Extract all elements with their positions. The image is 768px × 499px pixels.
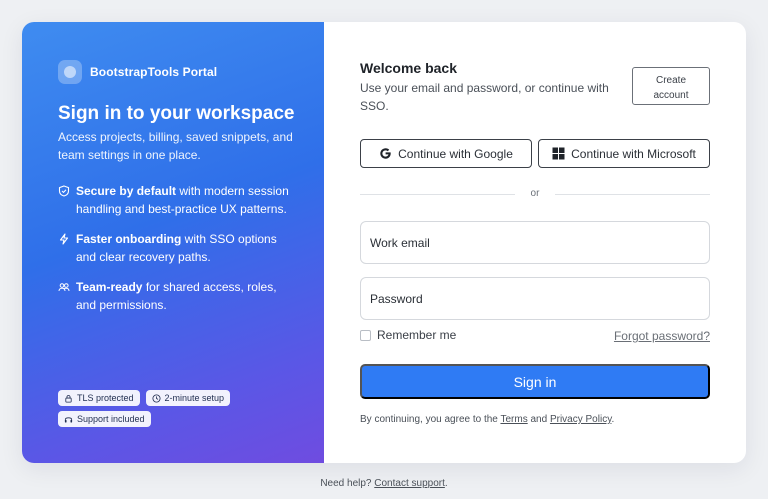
- password-field[interactable]: Password: [360, 277, 710, 320]
- lock-icon: [65, 394, 72, 403]
- badge-tls: TLS protected: [58, 390, 140, 406]
- form-subtitle: Use your email and password, or continue…: [360, 81, 609, 113]
- create-account-label-line1: Create: [655, 74, 686, 86]
- feature-title: Team-ready: [76, 280, 143, 294]
- password-field-label: Password: [370, 291, 423, 306]
- terms-link[interactable]: Terms: [500, 414, 527, 425]
- badge-label: TLS protected: [77, 393, 134, 403]
- privacy-policy-link[interactable]: Privacy Policy: [550, 414, 612, 425]
- promo-subtitle: Access projects, billing, saved snippets…: [58, 130, 293, 162]
- form-title: Welcome back: [360, 60, 458, 76]
- signin-button-label: Sign in: [513, 373, 557, 390]
- email-field-label: Work email: [370, 235, 430, 250]
- badge-setup: 2-minute setup: [145, 390, 231, 406]
- help-footer: Need help? Contact support.: [320, 478, 448, 489]
- signin-button[interactable]: Sign in: [360, 364, 710, 399]
- create-account-button[interactable]: Create account: [632, 67, 710, 105]
- badge-support: Support included: [58, 411, 151, 427]
- brand: BootstrapTools Portal: [58, 60, 217, 84]
- signin-card: BootstrapTools Portal Sign in to your wo…: [22, 22, 746, 463]
- microsoft-signin-label: Continue with Microsoft: [571, 146, 696, 161]
- promo-title: Sign in to your workspace: [58, 103, 295, 124]
- remember-me-label: Remember me: [377, 328, 457, 342]
- terms-notice: By continuing, you agree to the Terms an…: [360, 414, 615, 425]
- google-signin-button[interactable]: Continue with Google: [360, 139, 532, 168]
- brand-name: BootstrapTools Portal: [90, 65, 218, 79]
- feature-title: Faster onboarding: [76, 232, 182, 246]
- people-icon: [58, 283, 70, 292]
- feature-item: Team-ready for shared access, roles, and…: [58, 278, 298, 314]
- lightning-icon: [59, 233, 69, 245]
- headset-icon: [64, 416, 73, 422]
- contact-support-link[interactable]: Contact support: [374, 478, 445, 489]
- or-divider: or: [360, 188, 710, 200]
- feature-list: Secure by default with modern session ha…: [58, 182, 298, 326]
- badge-label: 2-minute setup: [164, 393, 225, 403]
- feature-title: Secure by default: [76, 184, 177, 198]
- google-icon: [380, 148, 391, 159]
- brand-logo-icon: [58, 60, 82, 84]
- remember-me[interactable]: Remember me: [360, 328, 456, 342]
- microsoft-signin-button[interactable]: Continue with Microsoft: [538, 139, 710, 168]
- feature-item: Faster onboarding with SSO options and c…: [58, 230, 298, 266]
- google-signin-label: Continue with Google: [398, 146, 513, 161]
- forgot-password-link[interactable]: Forgot password?: [614, 329, 710, 343]
- create-account-label-line2: account: [653, 89, 689, 101]
- remember-me-checkbox[interactable]: [360, 329, 371, 341]
- badge-list: TLS protected 2-minute setup Support inc…: [58, 390, 298, 427]
- microsoft-icon: [552, 147, 565, 160]
- clock-icon: [152, 393, 161, 403]
- badge-label: Support included: [77, 414, 145, 424]
- email-field[interactable]: Work email: [360, 221, 710, 264]
- signin-form-panel: Welcome back Use your email and password…: [324, 22, 746, 463]
- promo-panel: BootstrapTools Portal Sign in to your wo…: [22, 22, 324, 463]
- feature-item: Secure by default with modern session ha…: [58, 182, 298, 218]
- shield-icon: [58, 185, 70, 197]
